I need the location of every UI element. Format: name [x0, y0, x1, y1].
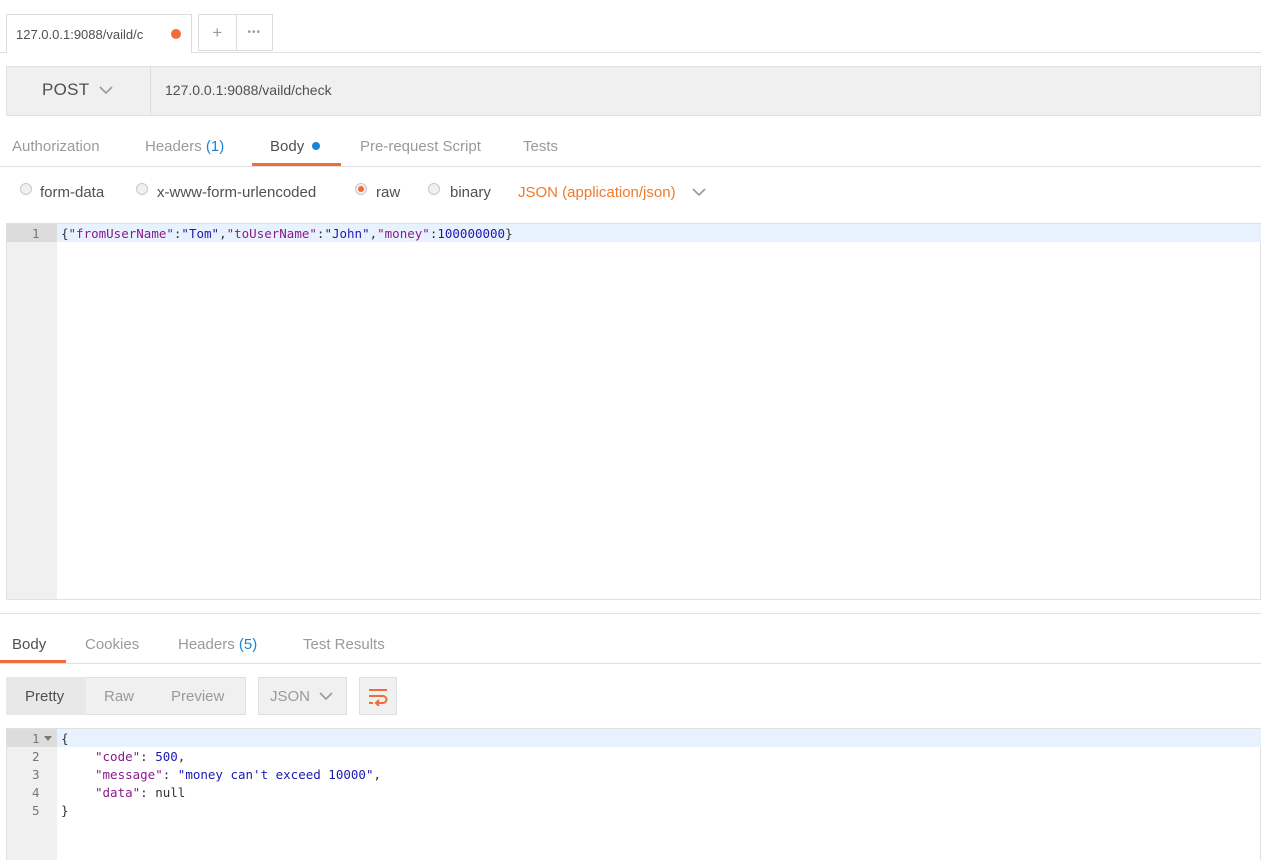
- radio-binary[interactable]: [428, 183, 440, 195]
- active-tab-underline: [252, 163, 341, 166]
- label-urlencoded: x-www-form-urlencoded: [157, 184, 317, 201]
- editor-gutter: [7, 224, 57, 599]
- token: }: [505, 226, 513, 241]
- format-select-label: JSON: [270, 688, 311, 705]
- response-line: "data": null: [95, 785, 186, 800]
- label-raw: raw: [376, 184, 401, 201]
- resp-tab-body[interactable]: Body: [12, 636, 46, 653]
- json-value: null: [155, 785, 186, 800]
- tab-body[interactable]: Body: [270, 138, 304, 155]
- label-form-data: form-data: [40, 184, 105, 201]
- response-line: "code": 500,: [95, 749, 186, 764]
- resp-tab-headers-label: Headers: [178, 636, 235, 653]
- tab-tests[interactable]: Tests: [523, 138, 558, 155]
- resp-tab-cookies[interactable]: Cookies: [85, 636, 139, 653]
- url-input[interactable]: 127.0.0.1:9088/vaild/check: [165, 82, 332, 98]
- wrap-lines-button[interactable]: [359, 677, 397, 715]
- line-number: 2: [32, 749, 40, 764]
- line-number: 3: [32, 767, 40, 782]
- radio-urlencoded[interactable]: [136, 183, 148, 195]
- response-body-viewer[interactable]: [6, 728, 1261, 860]
- tab-headers-label: Headers: [145, 138, 202, 155]
- token: "John": [324, 226, 370, 241]
- view-raw-button[interactable]: Raw: [104, 688, 134, 705]
- line-number: 1: [32, 731, 40, 746]
- resp-tab-headers[interactable]: Headers (5): [178, 636, 257, 653]
- active-tab-underline: [0, 660, 66, 663]
- more-tabs-icon[interactable]: •••: [237, 15, 273, 50]
- fold-caret-icon[interactable]: [44, 736, 52, 742]
- json-key: "code": [95, 749, 141, 764]
- tab-headers-count: (1): [205, 138, 225, 155]
- unsaved-dot-icon: [171, 29, 181, 39]
- resp-tab-headers-count: (5): [238, 636, 258, 653]
- content-type-select[interactable]: JSON (application/json): [518, 184, 676, 201]
- tab-headers[interactable]: Headers (1): [145, 138, 224, 155]
- body-modified-dot-icon: [312, 142, 320, 150]
- chevron-down-icon[interactable]: [691, 186, 707, 198]
- response-line: {: [61, 731, 69, 746]
- json-value: 500: [155, 749, 178, 764]
- response-divider: [0, 613, 1261, 614]
- view-preview-button[interactable]: Preview: [171, 688, 224, 705]
- token: {: [61, 226, 69, 241]
- request-body-editor[interactable]: [6, 223, 1261, 600]
- view-pretty-button[interactable]: Pretty: [25, 688, 64, 705]
- line-number: 1: [32, 226, 40, 241]
- chevron-down-icon: [319, 692, 333, 701]
- radio-form-data[interactable]: [20, 183, 32, 195]
- token: "money": [377, 226, 430, 241]
- tab-authorization[interactable]: Authorization: [12, 138, 100, 155]
- resp-tab-test-results[interactable]: Test Results: [303, 636, 385, 653]
- wrap-icon: [369, 689, 388, 706]
- json-key: "message": [95, 767, 163, 782]
- radio-raw[interactable]: [355, 183, 367, 195]
- request-tabs-divider: [0, 166, 1261, 167]
- json-value: "money can't exceed 10000": [177, 767, 374, 782]
- token: "toUserName": [226, 226, 317, 241]
- request-body-line: {"fromUserName":"Tom","toUserName":"John…: [61, 226, 513, 241]
- new-tab-plus-icon[interactable]: +: [199, 15, 237, 50]
- token: ,: [369, 226, 378, 241]
- token: "Tom": [181, 226, 220, 241]
- method-label: POST: [42, 80, 90, 99]
- active-line-highlight: [57, 729, 1261, 747]
- response-tabs-divider: [0, 663, 1261, 664]
- response-line: "message": "money can't exceed 10000",: [95, 767, 381, 782]
- line-number: 5: [32, 803, 40, 818]
- token: 100000000: [437, 226, 506, 241]
- chevron-down-icon: [99, 86, 113, 95]
- tab-prerequest-script[interactable]: Pre-request Script: [360, 138, 481, 155]
- token: ,: [219, 226, 227, 241]
- label-binary: binary: [450, 184, 491, 201]
- tab-actions: + •••: [198, 14, 273, 51]
- request-tab[interactable]: 127.0.0.1:9088/vaild/c: [6, 14, 192, 53]
- line-number: 4: [32, 785, 40, 800]
- token: "fromUserName": [68, 226, 174, 241]
- request-tab-title: 127.0.0.1:9088/vaild/c: [16, 26, 144, 42]
- response-line: }: [61, 803, 69, 818]
- json-key: "data": [95, 785, 141, 800]
